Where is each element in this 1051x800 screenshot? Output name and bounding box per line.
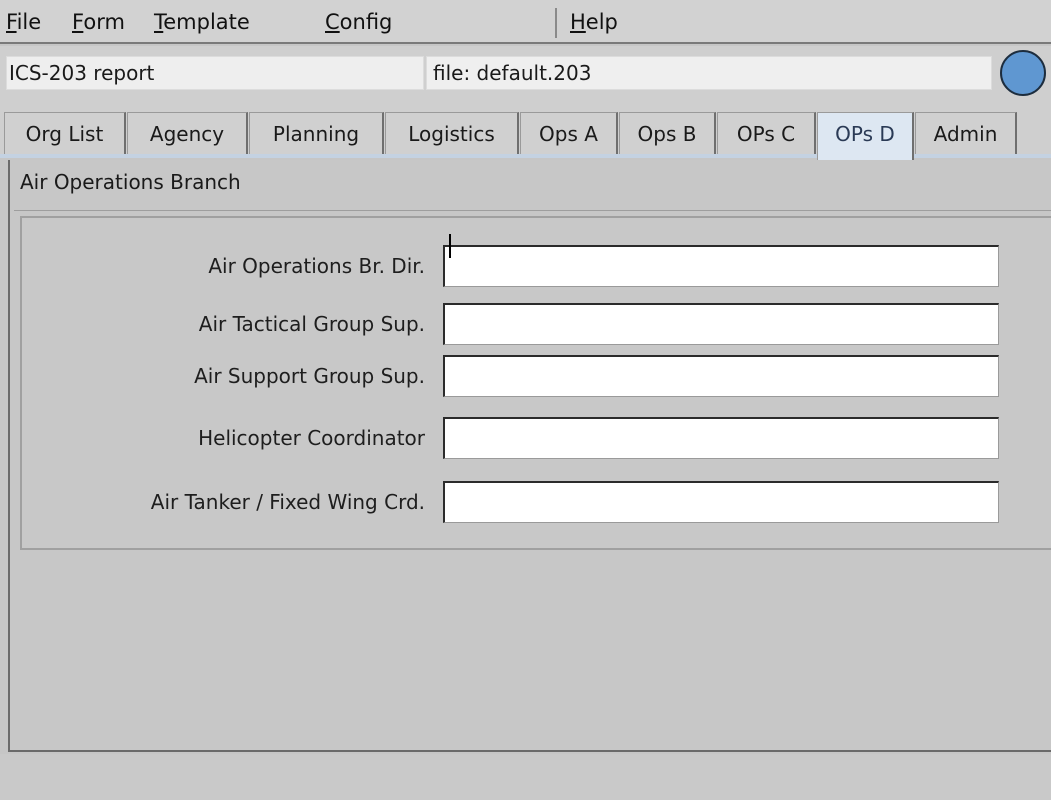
menu-file[interactable]: File	[6, 6, 41, 38]
report-name-field[interactable]: ICS-203 report	[6, 56, 424, 90]
menu-file-rest: ile	[16, 10, 42, 34]
menu-separator	[555, 8, 557, 38]
menu-form-rest: orm	[83, 10, 125, 34]
menu-help[interactable]: Help	[570, 6, 618, 38]
status-bar	[0, 754, 1051, 800]
menu-help-rest: elp	[585, 10, 618, 34]
air-tactical-group-label: Air Tactical Group Sup.	[198, 312, 425, 336]
section-title: Air Operations Branch	[20, 170, 241, 194]
ops-d-panel: Air Operations Branch Air Operations Br.…	[8, 160, 1051, 752]
menu-form-mnemonic: F	[72, 10, 84, 34]
tab-ops-d[interactable]: OPs D	[817, 112, 914, 160]
tab-ops-b[interactable]: Ops B	[619, 112, 716, 156]
file-name-display: file: default.203	[426, 56, 992, 90]
helicopter-coordinator-input[interactable]	[443, 417, 999, 459]
air-tanker-coordinator-input[interactable]	[443, 481, 999, 523]
tab-logistics[interactable]: Logistics	[385, 112, 519, 156]
ics-form-window: File Form Template Config Help ICS-203 r…	[0, 0, 1051, 800]
tab-planning[interactable]: Planning	[249, 112, 384, 156]
air-support-group-input[interactable]	[443, 355, 999, 397]
air-tanker-coordinator-label: Air Tanker / Fixed Wing Crd.	[150, 490, 425, 514]
tab-agency[interactable]: Agency	[127, 112, 248, 156]
tab-bar: Org List Agency Planning Logistics Ops A…	[0, 104, 1051, 160]
menu-config-rest: onfig	[339, 10, 393, 34]
tab-ops-c[interactable]: OPs C	[717, 112, 816, 156]
menu-bar: File Form Template Config Help	[0, 0, 1051, 44]
menu-template[interactable]: Template	[154, 6, 250, 38]
air-tactical-group-input[interactable]	[443, 303, 999, 345]
menu-help-mnemonic: H	[570, 10, 586, 34]
air-ops-director-label: Air Operations Br. Dir.	[208, 254, 425, 278]
tab-org-list[interactable]: Org List	[4, 112, 126, 156]
helicopter-coordinator-label: Helicopter Coordinator	[198, 426, 425, 450]
menu-template-mnemonic: T	[154, 10, 164, 34]
tab-ops-a[interactable]: Ops A	[520, 112, 618, 156]
title-divider	[14, 210, 1051, 211]
menu-form[interactable]: Form	[72, 6, 125, 38]
air-ops-director-input[interactable]	[443, 245, 999, 287]
menu-template-rest: emplate	[163, 10, 250, 34]
status-light-icon	[1000, 50, 1046, 96]
report-row: ICS-203 report file: default.203	[0, 46, 1051, 104]
air-support-group-label: Air Support Group Sup.	[194, 364, 425, 388]
text-caret	[449, 234, 451, 258]
menu-file-mnemonic: F	[6, 10, 17, 34]
tab-admin[interactable]: Admin	[915, 112, 1017, 156]
menu-config[interactable]: Config	[325, 6, 392, 38]
air-operations-group: Air Operations Br. Dir. Air Tactical Gro…	[20, 216, 1051, 550]
menu-config-mnemonic: C	[325, 10, 340, 34]
